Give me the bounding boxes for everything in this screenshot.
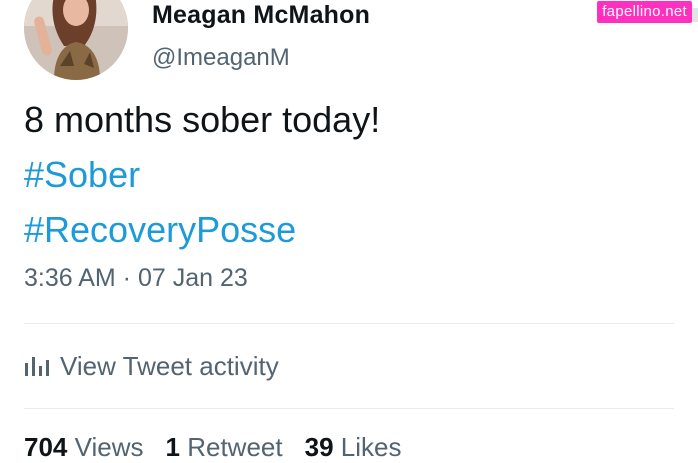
view-tweet-activity-button[interactable]: View Tweet activity xyxy=(24,348,279,384)
divider xyxy=(24,408,674,409)
hashtag-sober-link[interactable]: #Sober xyxy=(24,155,140,195)
retweets-stat[interactable]: 1 Retweet xyxy=(166,432,283,462)
likes-stat[interactable]: 39 Likes xyxy=(305,432,402,462)
display-name[interactable]: Meagan McMahon xyxy=(152,1,370,30)
watermark: fapellino.net xyxy=(597,1,692,23)
avatar[interactable] xyxy=(24,0,128,80)
retweets-count: 1 xyxy=(165,432,180,462)
view-tweet-activity-label: View Tweet activity xyxy=(60,350,279,381)
divider xyxy=(24,323,674,324)
tweet-timestamp[interactable]: 3:36 AM · 07 Jan 23 xyxy=(24,264,248,293)
views-stat[interactable]: 704 Views xyxy=(24,432,144,462)
tweet-text: 8 months sober today! xyxy=(24,99,381,140)
profile-photo xyxy=(24,0,128,80)
retweets-label: Retweet xyxy=(187,432,283,462)
likes-label: Likes xyxy=(340,432,402,462)
tweet-stats: 704 Views 1 Retweet 39 Likes xyxy=(24,432,401,463)
views-label: Views xyxy=(74,432,144,462)
likes-count: 39 xyxy=(304,432,334,462)
user-handle[interactable]: @ImeaganM xyxy=(152,44,290,72)
hashtag-recoveryposse-link[interactable]: #RecoveryPosse xyxy=(24,210,296,250)
views-count: 704 xyxy=(24,432,68,462)
bar-chart-icon xyxy=(24,355,50,377)
